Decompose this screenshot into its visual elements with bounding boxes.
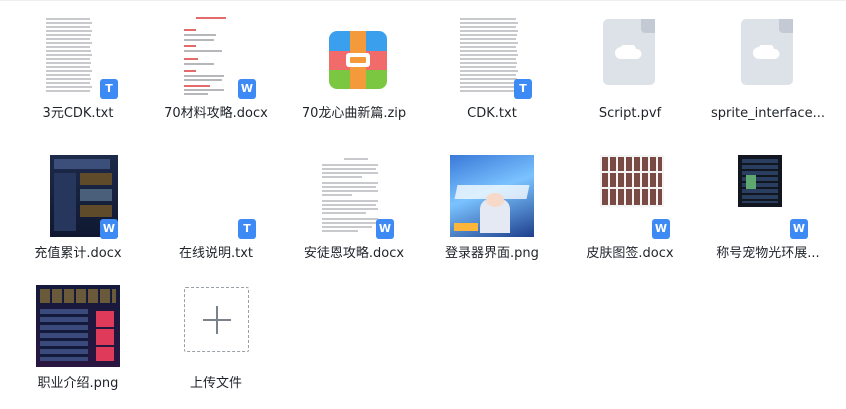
text-file-icon: T — [514, 79, 532, 99]
file-name: Script.pvf — [598, 106, 662, 121]
file-thumbnail — [588, 15, 672, 99]
document-preview — [600, 155, 664, 207]
file-thumbnail — [36, 285, 120, 369]
zip-archive-icon — [329, 31, 387, 89]
file-thumbnail: T — [36, 15, 120, 99]
file-name: 称号宠物光环展... — [716, 246, 820, 261]
file-thumbnail: T — [450, 15, 534, 99]
file-tile-script-pvf[interactable]: Script.pvf — [561, 10, 699, 128]
file-thumbnail — [450, 155, 534, 239]
file-tile-skin-docx[interactable]: W 皮肤图签.docx — [561, 150, 699, 268]
file-name: 登录器界面.png — [445, 246, 539, 261]
file-tile-anton-docx[interactable]: W 安徒恩攻略.docx — [285, 150, 423, 268]
file-tile-cdk-txt[interactable]: T CDK.txt — [423, 10, 561, 128]
file-tile-launcher-png[interactable]: 登录器界面.png — [423, 150, 561, 268]
file-row-2: W 充值累计.docx T 在线说明.txt W 安徒恩攻略.docx 登录器界… — [9, 150, 839, 270]
file-tile-job-png[interactable]: 职业介绍.png — [9, 280, 147, 398]
file-name: 充值累计.docx — [34, 246, 122, 261]
file-name: 在线说明.txt — [178, 246, 254, 261]
file-thumbnail: W — [726, 155, 810, 239]
file-tile-recharge-docx[interactable]: W 充值累计.docx — [9, 150, 147, 268]
image-file-icon — [36, 285, 120, 367]
text-file-icon: T — [100, 79, 118, 99]
file-name: CDK.txt — [467, 106, 517, 121]
file-thumbnail: W — [312, 155, 396, 239]
word-file-icon: W — [790, 219, 808, 239]
file-tile-3cdk-txt[interactable]: T 3元CDK.txt — [9, 10, 147, 128]
file-tile-sprite-interface[interactable]: sprite_interface... — [699, 10, 837, 128]
top-divider — [0, 0, 846, 4]
upload-dropzone[interactable] — [184, 287, 249, 352]
document-preview — [738, 155, 782, 207]
file-tile-70-material-docx[interactable]: W 70材料攻略.docx — [147, 10, 285, 128]
file-name: 3元CDK.txt — [42, 106, 114, 121]
image-file-icon — [450, 155, 534, 237]
file-thumbnail: W — [174, 15, 258, 99]
word-file-icon: W — [100, 219, 118, 239]
file-name: 皮肤图签.docx — [586, 246, 674, 261]
file-row-1: T 3元CDK.txt W 70材料攻略.docx 70龙心曲新篇.zip T … — [9, 10, 839, 130]
file-name: 安徒恩攻略.docx — [303, 246, 405, 261]
file-tile-online-txt[interactable]: T 在线说明.txt — [147, 150, 285, 268]
file-name: 70材料攻略.docx — [164, 106, 268, 121]
file-thumbnail — [726, 15, 810, 99]
file-thumbnail: T — [174, 155, 258, 239]
upload-file-button[interactable]: 上传文件 — [147, 280, 285, 398]
file-name: 70龙心曲新篇.zip — [301, 106, 407, 121]
file-tile-70-dragon-zip[interactable]: 70龙心曲新篇.zip — [285, 10, 423, 128]
file-thumbnail: W — [36, 155, 120, 239]
file-row-3: 职业介绍.png 上传文件 — [9, 280, 839, 400]
cloud-file-icon — [741, 19, 793, 85]
file-name: 职业介绍.png — [37, 376, 119, 391]
word-file-icon: W — [238, 79, 256, 99]
word-file-icon: W — [652, 219, 670, 239]
word-file-icon: W — [376, 219, 394, 239]
cloud-file-icon — [603, 19, 655, 85]
file-thumbnail — [312, 15, 396, 99]
text-file-icon: T — [238, 219, 256, 239]
upload-label: 上传文件 — [189, 376, 242, 391]
file-thumbnail: W — [588, 155, 672, 239]
file-name: sprite_interface... — [711, 106, 825, 121]
file-tile-title-pet-docx[interactable]: W 称号宠物光环展... — [699, 150, 837, 268]
